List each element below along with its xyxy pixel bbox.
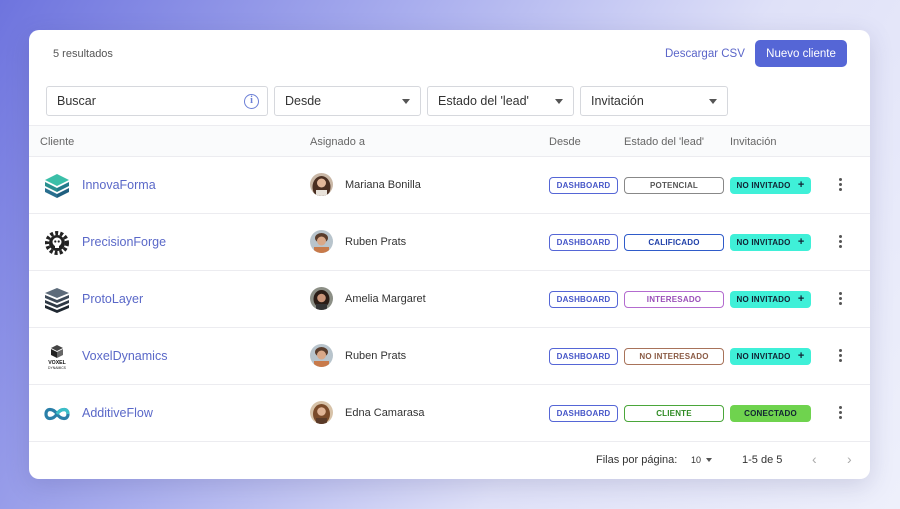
card-header: 5 resultados Descargar CSV Nuevo cliente [29, 30, 870, 78]
lead-state-select[interactable]: Estado del 'lead' [427, 86, 574, 116]
assigned-name: Ruben Prats [345, 236, 407, 248]
search-input[interactable]: Buscar i [46, 86, 268, 116]
avatar [310, 287, 333, 310]
plus-icon[interactable]: + [798, 293, 805, 305]
invitation-badge[interactable]: NO INVITADO + [730, 177, 811, 194]
info-icon[interactable]: i [244, 94, 259, 109]
pagination-footer: Filas por página: 10 1-5 de 5 ‹ › [29, 442, 870, 479]
avatar [310, 344, 333, 367]
prev-page-icon[interactable]: ‹ [812, 451, 817, 467]
avatar [310, 230, 333, 253]
column-assigned[interactable]: Asignado a [310, 136, 365, 148]
avatar [310, 173, 333, 196]
column-invitation[interactable]: Invitación [730, 136, 776, 148]
more-options-icon[interactable] [837, 349, 843, 363]
client-name[interactable]: InnovaForma [82, 178, 156, 192]
since-badge: DASHBOARD [549, 405, 618, 422]
assigned-name: Edna Camarasa [345, 407, 425, 419]
assigned-name: Ruben Prats [345, 350, 407, 362]
rows-per-page-label: Filas por página: [596, 454, 678, 466]
table-row[interactable]: PrecisionForge Ruben Prats DASHBOARD CAL… [29, 214, 870, 271]
invitation-label: NO INVITADO [736, 238, 791, 247]
plus-icon[interactable]: + [798, 236, 805, 248]
plus-icon[interactable]: + [798, 350, 805, 362]
filters-bar: Buscar i Desde Estado del 'lead' Invitac… [29, 86, 870, 116]
table-header: Cliente Asignado a Desde Estado del 'lea… [29, 125, 870, 157]
download-csv-link[interactable]: Descargar CSV [665, 48, 745, 60]
lead-status-badge[interactable]: NO INTERESADO [624, 348, 724, 365]
infinity-logo [44, 407, 70, 421]
lead-status-badge[interactable]: CLIENTE [624, 405, 724, 422]
new-client-button[interactable]: Nuevo cliente [755, 40, 847, 67]
since-badge: DASHBOARD [549, 234, 618, 251]
gear-skull-logo [45, 231, 69, 255]
client-name[interactable]: PrecisionForge [82, 235, 166, 249]
chevron-down-icon [555, 99, 563, 104]
client-name[interactable]: VoxelDynamics [82, 349, 167, 363]
table-row[interactable]: VOXEL DYNAMICS VoxelDynamics Ruben Prats… [29, 328, 870, 385]
invitation-badge[interactable]: CONECTADO [730, 405, 811, 422]
chevron-down-icon [402, 99, 410, 104]
invitation-label: NO INVITADO [736, 295, 791, 304]
client-name[interactable]: AdditiveFlow [82, 406, 153, 420]
next-page-icon[interactable]: › [847, 451, 852, 467]
assigned-name: Mariana Bonilla [345, 179, 421, 191]
clients-card: 5 resultados Descargar CSV Nuevo cliente… [29, 30, 870, 479]
column-since[interactable]: Desde [549, 136, 581, 148]
lead-status-badge[interactable]: INTERESADO [624, 291, 724, 308]
avatar [310, 401, 333, 424]
since-badge: DASHBOARD [549, 177, 618, 194]
logo-text-dynamics: DYNAMICS [48, 366, 67, 370]
chevron-down-icon [709, 99, 717, 104]
column-client[interactable]: Cliente [40, 136, 74, 148]
invitation-label: NO INVITADO [736, 352, 791, 361]
more-options-icon[interactable] [837, 178, 843, 192]
more-options-icon[interactable] [837, 406, 843, 420]
column-lead-state[interactable]: Estado del 'lead' [624, 136, 704, 148]
invitation-select[interactable]: Invitación [580, 86, 728, 116]
invitation-badge[interactable]: NO INVITADO + [730, 234, 811, 251]
chevron-down-icon[interactable] [706, 458, 712, 462]
since-badge: DASHBOARD [549, 291, 618, 308]
since-select[interactable]: Desde [274, 86, 421, 116]
since-badge: DASHBOARD [549, 348, 618, 365]
invitation-label: NO INVITADO [736, 181, 791, 190]
rows-per-page-select[interactable]: 10 [691, 455, 701, 465]
invitation-badge[interactable]: NO INVITADO + [730, 348, 811, 365]
page-range: 1-5 de 5 [742, 454, 783, 466]
table-row[interactable]: InnovaForma Mariana Bonilla DASHBOARD PO… [29, 157, 870, 214]
results-count: 5 resultados [53, 48, 113, 60]
plus-icon[interactable]: + [798, 179, 805, 191]
since-select-label: Desde [285, 94, 322, 108]
search-placeholder: Buscar [57, 94, 96, 108]
lead-state-select-label: Estado del 'lead' [438, 94, 529, 108]
table-row[interactable]: ProtoLayer Amelia Margaret DASHBOARD INT… [29, 271, 870, 328]
voxel-dynamics-logo: VOXEL DYNAMICS [48, 345, 67, 370]
lead-status-badge[interactable]: POTENCIAL [624, 177, 724, 194]
table-row[interactable]: AdditiveFlow Edna Camarasa DASHBOARD CLI… [29, 385, 870, 442]
invitation-badge[interactable]: NO INVITADO + [730, 291, 811, 308]
more-options-icon[interactable] [837, 235, 843, 249]
stack-cube-logo [45, 174, 69, 198]
invitation-select-label: Invitación [591, 94, 644, 108]
lead-status-badge[interactable]: CALIFICADO [624, 234, 724, 251]
more-options-icon[interactable] [837, 292, 843, 306]
assigned-name: Amelia Margaret [345, 293, 426, 305]
client-name[interactable]: ProtoLayer [82, 292, 143, 306]
layered-stack-logo [45, 288, 69, 313]
